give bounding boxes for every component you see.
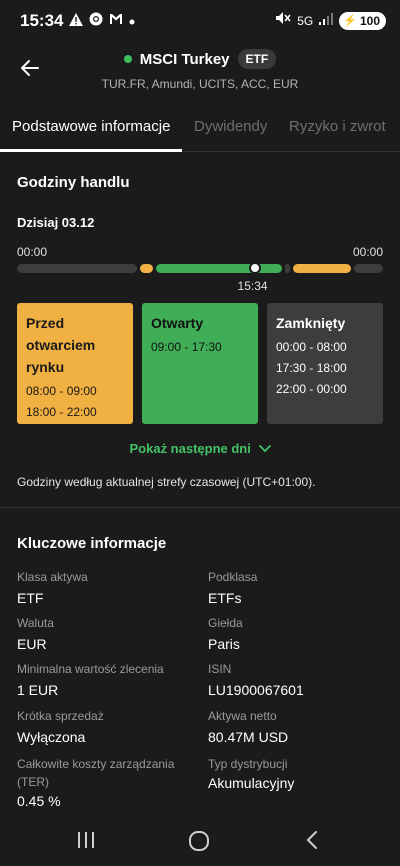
dot-icon (129, 13, 135, 29)
pre-market-title-line: Przed (26, 315, 65, 331)
pre-market-title: Przed otwarciem rynku (26, 312, 124, 378)
info-value: 1 EUR (17, 682, 59, 698)
closed-market-hours: 17:30 - 18:00 (276, 361, 347, 375)
timezone-note: Godziny według aktualnej strefy czasowej… (17, 475, 316, 489)
tab-basic-info[interactable]: Podstawowe informacje (12, 118, 170, 135)
warning-icon (69, 12, 83, 30)
info-ter: Całkowite koszty zarządzania (TER) 0.45 … (17, 755, 197, 810)
pre-market-hours: 18:00 - 22:00 (26, 405, 97, 419)
tab-dividends[interactable]: Dywidendy (194, 118, 267, 135)
instrument-subtitle: TUR.FR, Amundi, UCITS, ACC, EUR (101, 77, 299, 91)
active-tab-indicator (0, 149, 182, 152)
recents-icon[interactable] (76, 830, 102, 854)
status-time: 15:34 (20, 11, 64, 30)
info-distribution-type: Typ dystrybucji Akumulacyjny (208, 755, 393, 792)
info-label: ISIN (208, 662, 232, 676)
info-label: Minimalna wartość zlecenia (17, 662, 164, 676)
instrument-header: MSCI Turkey ETF TUR.FR, Amundi, UCITS, A… (0, 48, 400, 91)
battery-indicator: ⚡ 100 (339, 11, 386, 30)
chevron-down-icon (255, 441, 271, 456)
current-time-label: 15:34 (237, 279, 268, 293)
info-value: Wyłączona (17, 729, 86, 745)
signal-icon (319, 12, 334, 30)
trading-hours-heading: Godziny handlu (17, 174, 130, 191)
info-short-selling: Krótka sprzedaż Wyłączona (17, 709, 202, 746)
tab-risk-return[interactable]: Ryzyko i zwrot (289, 118, 386, 135)
market-status-dot (123, 55, 132, 63)
timeline-segment-open (155, 264, 283, 273)
timeline-segment-pre (293, 264, 352, 273)
info-value: ETF (17, 590, 44, 606)
info-value: 80.47M USD (208, 729, 289, 745)
notification-icons (69, 12, 135, 30)
open-market-title: Otwarty (151, 315, 204, 331)
instrument-title: MSCI Turkey (139, 50, 230, 68)
pre-market-hours: 08:00 - 09:00 (26, 384, 97, 398)
chrome-icon (89, 12, 103, 30)
info-value: Akumulacyjny (208, 775, 295, 791)
timeline-segment-closed (354, 264, 383, 273)
trading-hours-timeline (17, 264, 383, 273)
network-type: 5G (297, 13, 314, 28)
pre-market-title-line: rynku (26, 359, 65, 375)
open-market-hours: 09:00 - 17:30 (151, 340, 222, 354)
info-min-order: Minimalna wartość zlecenia 1 EUR (17, 662, 202, 699)
home-icon[interactable] (188, 830, 214, 854)
closed-market-hours: 00:00 - 08:00 (276, 340, 347, 354)
info-label: Krótka sprzedaż (17, 709, 104, 723)
pre-market-card: Przed otwarciem rynku 08:00 - 09:00 18:0… (17, 303, 133, 424)
info-label: Waluta (17, 616, 54, 630)
key-info-heading: Kluczowe informacje (17, 535, 167, 552)
info-exchange: Giełda Paris (208, 616, 393, 653)
info-value: 0.45 % (17, 793, 61, 809)
info-label: Aktywa netto (208, 709, 277, 723)
pre-market-title-line: otwarciem (26, 337, 96, 353)
info-isin: ISIN LU1900067601 (208, 662, 393, 699)
info-value: LU1900067601 (208, 682, 304, 698)
show-next-days-button[interactable]: Pokaż następne dni (0, 441, 400, 456)
info-label: Typ dystrybucji (208, 757, 288, 771)
status-bar: 15:34 5G ⚡ 100 (0, 0, 400, 44)
system-navigation-bar (0, 818, 400, 866)
closed-market-title: Zamknięty (276, 315, 346, 331)
info-net-assets: Aktywa netto 80.47M USD (208, 709, 393, 746)
info-label: Podklasa (208, 570, 258, 584)
info-value: Paris (208, 636, 240, 652)
mute-icon (275, 11, 291, 30)
range-start-time: 00:00 (17, 245, 48, 259)
info-asset-class: Klasa aktywa ETF (17, 570, 202, 607)
gmail-icon (109, 13, 123, 29)
closed-market-hours: 22:00 - 00:00 (276, 382, 347, 396)
range-end-time: 00:00 (352, 245, 383, 259)
timeline-segment-pre (140, 264, 153, 273)
instrument-type-badge: ETF (237, 49, 277, 69)
info-label: Giełda (208, 616, 243, 630)
current-time-marker (248, 262, 261, 274)
closed-market-card: Zamknięty 00:00 - 08:00 17:30 - 18:00 22… (267, 303, 383, 424)
open-market-card: Otwarty 09:00 - 17:30 (142, 303, 258, 424)
info-currency: Waluta EUR (17, 616, 202, 653)
timeline-segment-closed (17, 264, 138, 273)
info-value: ETFs (208, 590, 242, 606)
info-value: EUR (17, 636, 47, 652)
info-label: Całkowite koszty zarządzania (TER) (17, 757, 175, 789)
show-next-days-label: Pokaż następne dni (129, 441, 251, 456)
timeline-segment-closed (285, 264, 290, 273)
info-label: Klasa aktywa (17, 570, 88, 584)
battery-level: 100 (359, 13, 380, 28)
back-icon[interactable] (302, 830, 328, 854)
tab-bar: Podstawowe informacje Dywidendy Ryzyko i… (0, 112, 400, 152)
info-subclass: Podklasa ETFs (208, 570, 393, 607)
charging-icon: ⚡ (343, 15, 357, 27)
system-icons: 5G ⚡ 100 (275, 11, 386, 30)
today-label: Dzisiaj 03.12 (17, 215, 95, 230)
section-divider (0, 507, 400, 508)
